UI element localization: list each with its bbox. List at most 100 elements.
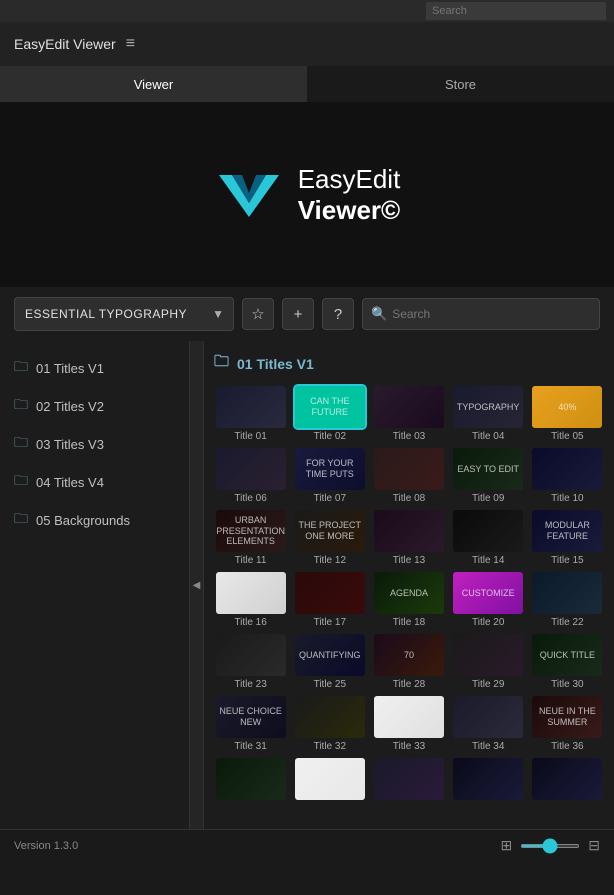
folder-icon-1: 🗀: [14, 356, 28, 380]
thumbnail-item[interactable]: THE PROJECT ONE MORETitle 12: [293, 510, 366, 566]
sidebar-item-titles-v1[interactable]: 🗀 01 Titles V1: [0, 349, 189, 387]
thumbnail-item[interactable]: Title 32: [293, 696, 366, 752]
thumbnail-item[interactable]: Title 29: [452, 634, 525, 690]
thumbnail-label: Title 15: [551, 555, 583, 566]
title-bar: EasyEdit Viewer ≡: [0, 22, 614, 66]
logo-text: EasyEdit Viewer©: [298, 164, 401, 226]
thumbnail-item[interactable]: Title 33: [372, 696, 445, 752]
toolbar: ESSENTIAL TYPOGRAPHY ▼ ☆ + ? 🔍: [0, 287, 614, 341]
thumbnail-item[interactable]: QUICK TITLETitle 30: [531, 634, 604, 690]
thumbnail-item[interactable]: Title 06: [214, 448, 287, 504]
content-folder-icon: 🗀: [214, 351, 229, 376]
thumbnail-label: Title 29: [472, 679, 504, 690]
tab-viewer[interactable]: Viewer: [0, 66, 307, 102]
thumbnail-item[interactable]: [372, 758, 445, 803]
thumbnail-label: Title 11: [235, 555, 267, 566]
thumbnail-item[interactable]: AGENDATitle 18: [372, 572, 445, 628]
thumbnail-grid: Title 01 CAN THE FUTURETitle 02 Title 03 TY…: [214, 386, 604, 803]
thumbnail-item[interactable]: Title 34: [452, 696, 525, 752]
thumbnail-label: Title 20: [472, 617, 504, 628]
thumbnail-item[interactable]: Title 22: [531, 572, 604, 628]
thumbnail-label: Title 12: [314, 555, 346, 566]
thumbnail-label: Title 17: [314, 617, 346, 628]
thumbnail-label: Title 23: [234, 679, 266, 690]
star-button[interactable]: ☆: [242, 298, 274, 330]
thumbnail-item[interactable]: QUANTIFYINGTitle 25: [293, 634, 366, 690]
category-dropdown[interactable]: ESSENTIAL TYPOGRAPHY: [14, 297, 234, 331]
thumbnail-label: Title 16: [234, 617, 266, 628]
thumbnail-item[interactable]: [293, 758, 366, 803]
list-view-button[interactable]: ⊟: [588, 837, 600, 854]
thumbnail-label: Title 03: [393, 431, 425, 442]
thumbnail-item[interactable]: Title 13: [372, 510, 445, 566]
thumbnail-item[interactable]: NEUE IN THE SUMMERTitle 36: [531, 696, 604, 752]
sidebar-item-titles-v3[interactable]: 🗀 03 Titles V3: [0, 425, 189, 463]
menu-icon[interactable]: ≡: [126, 35, 135, 53]
thumbnail-item[interactable]: MODULAR FEATURETitle 15: [531, 510, 604, 566]
thumbnail-label: Title 09: [472, 493, 504, 504]
thumbnail-item[interactable]: Title 03: [372, 386, 445, 442]
search-box: 🔍: [362, 298, 600, 330]
thumbnail-item[interactable]: 70Title 28: [372, 634, 445, 690]
top-search-input[interactable]: [426, 2, 606, 20]
hero-section: EasyEdit Viewer©: [0, 102, 614, 287]
top-bar: [0, 0, 614, 22]
thumbnail-label: Title 18: [393, 617, 425, 628]
thumbnail-label: Title 01: [234, 431, 266, 442]
thumbnail-item[interactable]: 40%Title 05: [531, 386, 604, 442]
thumbnail-label: Title 33: [393, 741, 425, 752]
content-header: 🗀 01 Titles V1: [214, 351, 604, 376]
thumbnail-item[interactable]: Title 08: [372, 448, 445, 504]
bottom-bar: Version 1.3.0 ⊞ ⊟: [0, 829, 614, 861]
thumbnail-label: Title 36: [551, 741, 583, 752]
thumbnail-label: Title 08: [393, 493, 425, 504]
thumbnail-label: Title 07: [314, 493, 346, 504]
search-input[interactable]: [392, 307, 591, 321]
thumbnail-item[interactable]: FOR YOUR TIME PUTSTitle 07: [293, 448, 366, 504]
thumbnail-item[interactable]: Title 17: [293, 572, 366, 628]
thumbnail-item[interactable]: NEUE CHOICE NEWTitle 31: [214, 696, 287, 752]
thumbnail-item[interactable]: CAN THE FUTURETitle 02: [293, 386, 366, 442]
thumbnail-item[interactable]: Title 01: [214, 386, 287, 442]
thumbnail-item[interactable]: CUSTOMIZETitle 20: [452, 572, 525, 628]
thumbnail-item[interactable]: [531, 758, 604, 803]
sidebar-item-backgrounds[interactable]: 🗀 05 Backgrounds: [0, 501, 189, 539]
help-button[interactable]: ?: [322, 298, 354, 330]
grid-view-button[interactable]: ⊞: [501, 837, 513, 854]
thumbnail-item[interactable]: [452, 758, 525, 803]
add-button[interactable]: +: [282, 298, 314, 330]
thumbnail-item[interactable]: Title 16: [214, 572, 287, 628]
content-area: 🗀 01 Titles V1 Title 01 CAN THE FUTURETit…: [204, 341, 614, 829]
thumbnail-item[interactable]: URBAN PRESENTATION ELEMENTSTitle 11: [214, 510, 287, 566]
thumbnail-label: Title 32: [314, 741, 346, 752]
folder-icon-2: 🗀: [14, 394, 28, 418]
thumbnail-item[interactable]: Title 10: [531, 448, 604, 504]
category-dropdown-wrapper: ESSENTIAL TYPOGRAPHY ▼: [14, 297, 234, 331]
main-area: 🗀 01 Titles V1 🗀 02 Titles V2 🗀 03 Title…: [0, 341, 614, 829]
thumbnail-item[interactable]: Title 23: [214, 634, 287, 690]
thumbnail-item[interactable]: EASY TO EDITTitle 09: [452, 448, 525, 504]
thumbnail-label: Title 25: [314, 679, 346, 690]
folder-icon-5: 🗀: [14, 508, 28, 532]
thumbnail-label: Title 22: [551, 617, 583, 628]
thumbnail-label: Title 02: [314, 431, 346, 442]
thumbnail-label: Title 14: [472, 555, 504, 566]
thumbnail-item[interactable]: [214, 758, 287, 803]
sidebar-item-titles-v2[interactable]: 🗀 02 Titles V2: [0, 387, 189, 425]
thumbnail-label: Title 31: [234, 741, 266, 752]
logo-area: EasyEdit Viewer©: [214, 164, 401, 226]
thumbnail-item[interactable]: TYPOGRAPHYTitle 04: [452, 386, 525, 442]
view-controls: ⊞ ⊟: [501, 837, 600, 854]
thumbnail-label: Title 28: [393, 679, 425, 690]
tab-store[interactable]: Store: [307, 66, 614, 102]
sidebar: 🗀 01 Titles V1 🗀 02 Titles V2 🗀 03 Title…: [0, 341, 190, 829]
collapse-handle[interactable]: ◀: [190, 341, 204, 829]
tab-bar: Viewer Store: [0, 66, 614, 102]
sidebar-item-titles-v4[interactable]: 🗀 04 Titles V4: [0, 463, 189, 501]
thumbnail-label: Title 13: [393, 555, 425, 566]
thumbnail-label: Title 05: [551, 431, 583, 442]
size-slider[interactable]: [520, 844, 580, 848]
thumbnail-item[interactable]: Title 14: [452, 510, 525, 566]
thumbnail-label: Title 10: [551, 493, 583, 504]
version-text: Version 1.3.0: [14, 840, 78, 852]
